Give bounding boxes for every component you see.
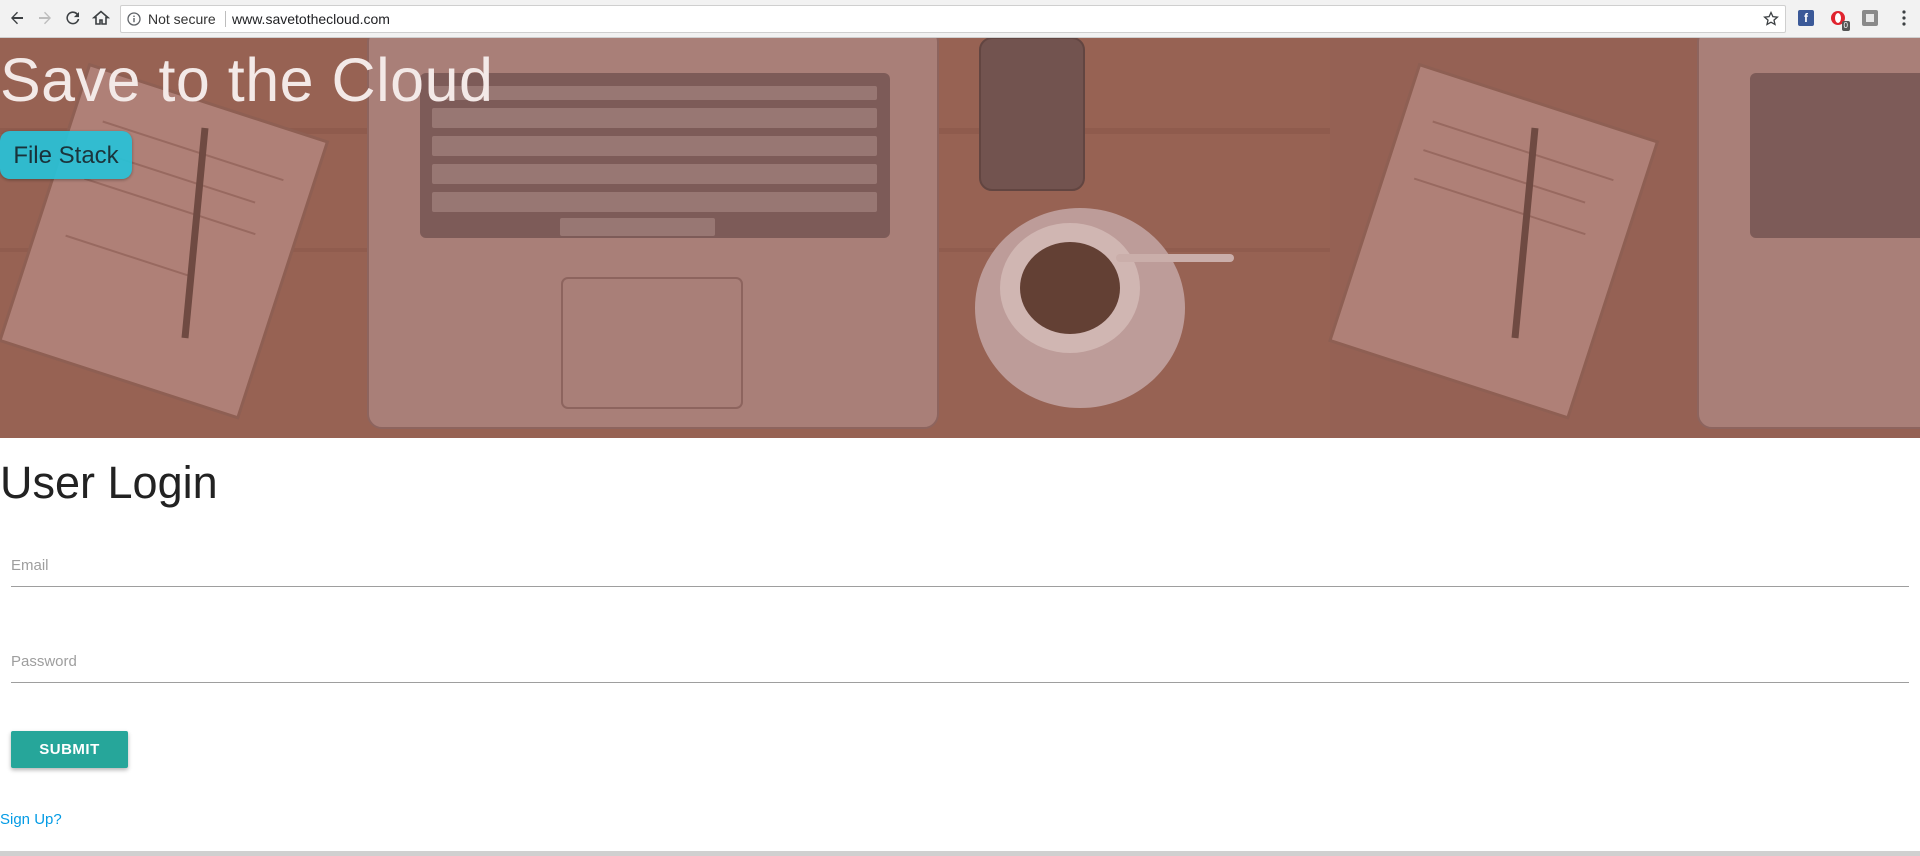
info-icon[interactable] xyxy=(127,12,141,26)
site-title: Save to the Cloud xyxy=(0,46,494,114)
reload-button[interactable] xyxy=(62,7,84,29)
back-button[interactable] xyxy=(6,7,28,29)
extension-badge: 0 xyxy=(1841,21,1850,31)
window-bottom-edge xyxy=(0,851,1920,856)
browser-toolbar: Not secure www.savetothecloud.com f 0 xyxy=(0,0,1920,38)
bookmark-star-icon[interactable] xyxy=(1763,11,1779,27)
hero-banner: Save to the Cloud File Stack xyxy=(0,38,1920,438)
arrow-right-icon xyxy=(39,11,51,25)
login-heading: User Login xyxy=(0,457,218,508)
home-button[interactable] xyxy=(90,7,112,29)
sign-up-link[interactable]: Sign Up? xyxy=(0,811,62,828)
arrow-left-icon xyxy=(11,11,23,25)
opera-extension-icon[interactable]: 0 xyxy=(1830,10,1850,31)
more-menu-icon[interactable] xyxy=(1896,9,1912,27)
home-icon xyxy=(92,10,110,25)
url-text[interactable]: www.savetothecloud.com xyxy=(232,11,390,27)
password-input[interactable] xyxy=(11,642,1909,680)
submit-button[interactable]: SUBMIT xyxy=(11,731,128,768)
facebook-extension-icon[interactable]: f xyxy=(1798,10,1814,26)
email-field xyxy=(11,546,1909,587)
extension-icon[interactable] xyxy=(1862,10,1878,26)
security-status[interactable]: Not secure xyxy=(148,11,216,27)
email-input[interactable] xyxy=(11,546,1909,584)
file-stack-button[interactable]: File Stack xyxy=(0,131,132,179)
address-divider xyxy=(225,11,226,27)
reload-icon xyxy=(66,11,80,25)
facebook-letter: f xyxy=(1804,11,1808,25)
forward-button[interactable] xyxy=(34,7,56,29)
password-field xyxy=(11,642,1909,683)
address-bar[interactable]: Not secure www.savetothecloud.com xyxy=(120,5,1786,33)
